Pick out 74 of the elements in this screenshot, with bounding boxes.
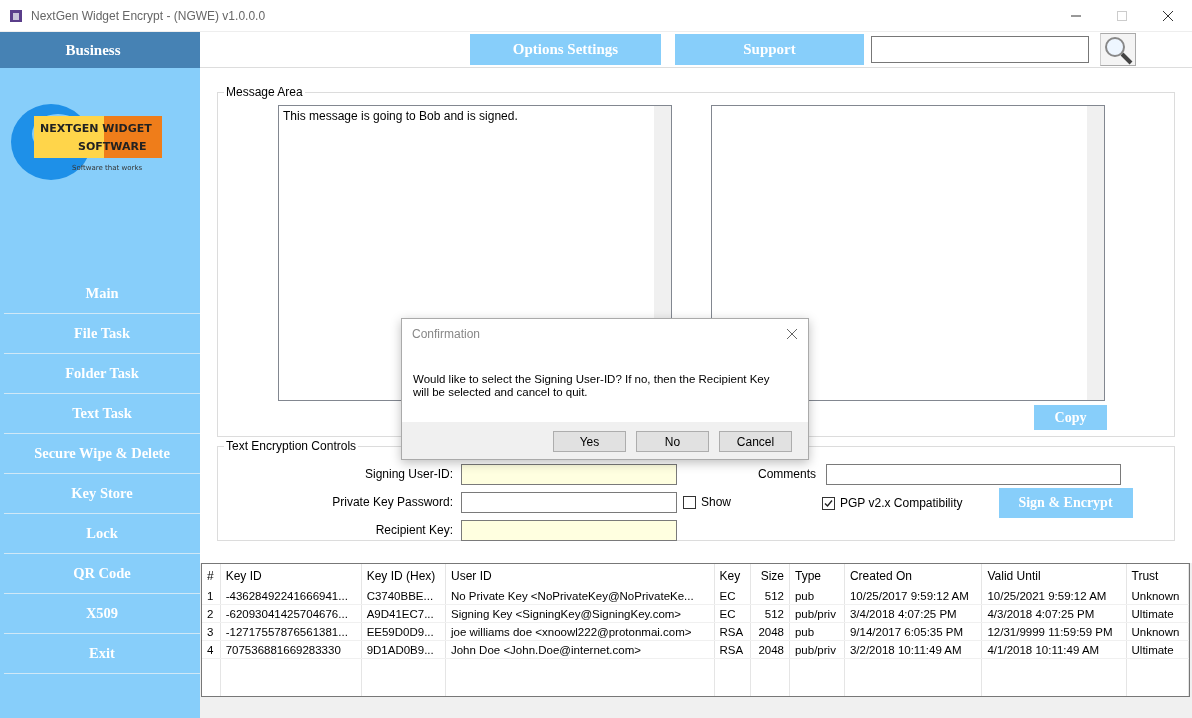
column-header[interactable]: Valid Until	[981, 564, 1126, 587]
table-cell: -62093041425704676...	[220, 604, 362, 623]
field-label: Recipient Key:	[374, 523, 453, 537]
table-cell: 4	[202, 640, 221, 659]
column-header[interactable]: Key ID (Hex)	[361, 564, 446, 587]
field-label: Signing User-ID:	[363, 467, 453, 481]
table-cell: 512	[750, 604, 790, 623]
window-title: NextGen Widget Encrypt - (NGWE) v1.0.0.0	[31, 8, 266, 23]
checkmark-icon	[823, 497, 834, 509]
search-button[interactable]	[1100, 33, 1136, 66]
search-field[interactable]	[871, 36, 1089, 63]
column-header[interactable]: #	[202, 564, 221, 587]
table-cell: John Doe <John.Doe@internet.com>	[445, 640, 715, 659]
table-cell: A9D41EC7...	[361, 604, 446, 623]
table-cell: pub	[789, 622, 845, 641]
close-icon[interactable]	[1162, 9, 1174, 22]
table-cell: 3	[202, 622, 221, 641]
table-cell: Ultimate	[1126, 604, 1189, 623]
table-cell: 10/25/2017 9:59:12 AM	[844, 587, 982, 605]
table-cell: No Private Key <NoPrivateKey@NoPrivateKe...	[445, 587, 715, 605]
table-cell: EC	[714, 587, 751, 605]
close-icon[interactable]	[786, 328, 798, 340]
column-header[interactable]: User ID	[445, 564, 715, 587]
app-icon	[9, 8, 23, 23]
table-cell: 707536881669283330	[220, 640, 362, 659]
table-cell: 10/25/2021 9:59:12 AM	[981, 587, 1126, 605]
table-cell: pub	[789, 587, 845, 605]
field-label: Private Key Password:	[331, 495, 453, 509]
table-cell: C3740BBE...	[361, 587, 446, 605]
column-header[interactable]: Key	[714, 564, 751, 587]
table-cell: Unknown	[1126, 587, 1189, 605]
table-cell: joe williams doe <xnoowl222@protonmai.com>	[445, 622, 715, 641]
table-cell: 9/14/2017 6:05:35 PM	[844, 622, 982, 641]
field-label: Comments	[758, 467, 816, 481]
input-field[interactable]	[461, 519, 677, 541]
dialog-button[interactable]: No	[636, 431, 709, 452]
table-cell: 1	[202, 587, 221, 605]
input-field[interactable]	[461, 491, 677, 513]
table-cell: EE59D0D9...	[361, 622, 446, 641]
table-cell: 3/2/2018 10:11:49 AM	[844, 640, 982, 659]
input-field[interactable]	[461, 463, 677, 485]
table-cell: 2	[202, 604, 221, 623]
table-cell: Ultimate	[1126, 640, 1189, 659]
group-title: Message Area	[225, 85, 304, 99]
table-cell: 12/31/9999 11:59:59 PM	[981, 622, 1126, 641]
dialog-button[interactable]: Cancel	[719, 431, 792, 452]
table-cell: 3/4/2018 4:07:25 PM	[844, 604, 982, 623]
table-cell: 4/1/2018 10:11:49 AM	[981, 640, 1126, 659]
table-cell: -12717557876561381...	[220, 622, 362, 641]
table-cell: Signing Key <SigningKey@SigningKey.com>	[445, 604, 715, 623]
pgp-checkbox[interactable]: PGP v2.x Compatibility	[822, 496, 963, 510]
table-cell: 2048	[750, 640, 790, 659]
dialog-title: Confirmation	[412, 327, 481, 341]
table-cell: RSA	[714, 622, 751, 641]
sidebar-header: Business	[0, 32, 200, 68]
table-cell: pub/priv	[789, 640, 845, 659]
table-cell: 4/3/2018 4:07:25 PM	[981, 604, 1126, 623]
show-checkbox[interactable]: Show	[683, 495, 732, 509]
table-cell: 512	[750, 587, 790, 605]
table-cell: 9D1AD0B9...	[361, 640, 446, 659]
column-header[interactable]: Size	[750, 564, 790, 587]
table-cell: pub/priv	[789, 604, 845, 623]
table-cell: EC	[714, 604, 751, 623]
group-title: Text Encryption Controls	[225, 439, 358, 453]
table-cell: Unknown	[1126, 622, 1189, 641]
column-header[interactable]: Type	[789, 564, 845, 587]
table-cell: RSA	[714, 640, 751, 659]
table-cell: -43628492241666941...	[220, 587, 362, 605]
table-cell: 2048	[750, 622, 790, 641]
comments-field[interactable]	[826, 463, 1121, 485]
dialog-button[interactable]: Yes	[553, 431, 626, 452]
column-header[interactable]: Key ID	[220, 564, 362, 587]
column-header[interactable]: Trust	[1126, 564, 1189, 587]
column-header[interactable]: Created On	[844, 564, 982, 587]
